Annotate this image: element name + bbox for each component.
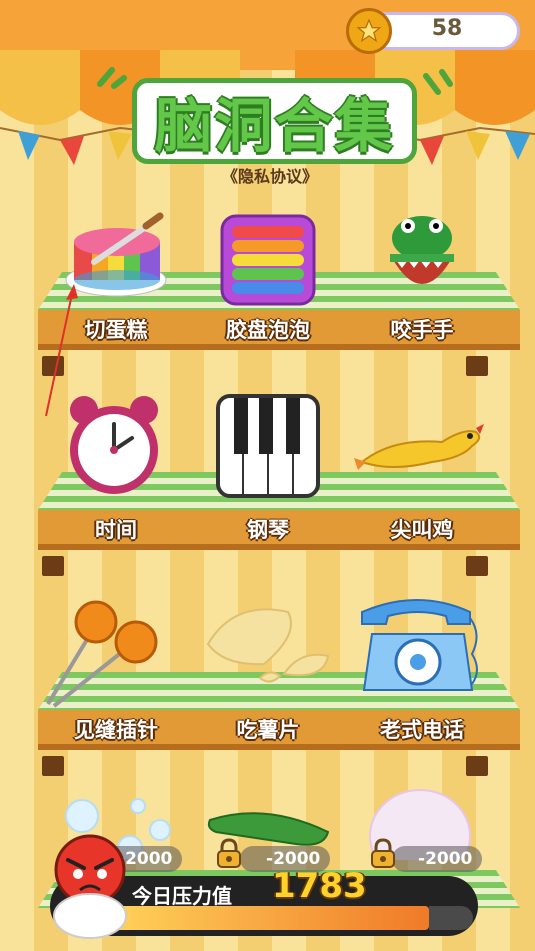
game-label: 吃薯片 (236, 718, 300, 742)
crocodile-icon (390, 216, 454, 284)
cake-icon (65, 212, 167, 297)
game-label: 时间 (95, 518, 137, 542)
pop-it-icon (220, 214, 316, 306)
game-piano[interactable] (216, 394, 320, 498)
pins-icon (46, 600, 158, 708)
angry-face-icon (53, 834, 127, 939)
alarm-clock-icon (70, 396, 158, 494)
coin-count: 58 (431, 16, 463, 41)
game-old-phone[interactable] (358, 594, 482, 694)
game-label: 咬手手 (390, 318, 454, 342)
game-label: 尖叫鸡 (390, 518, 454, 542)
game-label: 见缝插针 (74, 718, 158, 742)
lock-icon (217, 838, 241, 868)
stress-value: 1783 (272, 866, 367, 906)
rubber-chicken-icon (354, 424, 484, 470)
sparkle-right-icon (423, 69, 453, 95)
game-eat-chips[interactable] (204, 604, 334, 688)
telephone-icon (361, 599, 478, 691)
game-label: 老式电话 (380, 718, 464, 742)
game-crocodile[interactable] (384, 210, 460, 310)
privacy-agreement-link[interactable]: 《隐私协议》 (205, 163, 335, 187)
game-pop-it[interactable] (218, 212, 318, 308)
lock-icon (371, 838, 395, 868)
stress-label: 今日压力值 (132, 884, 232, 908)
unlock-price-badge[interactable]: -2000 (392, 846, 483, 872)
game-pin-insert[interactable] (44, 598, 160, 708)
stress-meter-track (429, 906, 473, 930)
game-label: 钢琴 (247, 518, 289, 542)
game-title: 脑洞合集 (132, 78, 417, 164)
game-screaming-chicken[interactable] (352, 418, 486, 478)
chips-icon (206, 608, 330, 683)
stress-meter-fill (110, 906, 429, 930)
game-label: 胶盘泡泡 (226, 318, 310, 342)
sparkle-left-icon (97, 67, 127, 89)
game-clock[interactable] (62, 394, 166, 498)
star-coin-icon (346, 8, 392, 54)
game-cut-cake[interactable] (64, 212, 174, 302)
piano-icon (216, 394, 320, 498)
